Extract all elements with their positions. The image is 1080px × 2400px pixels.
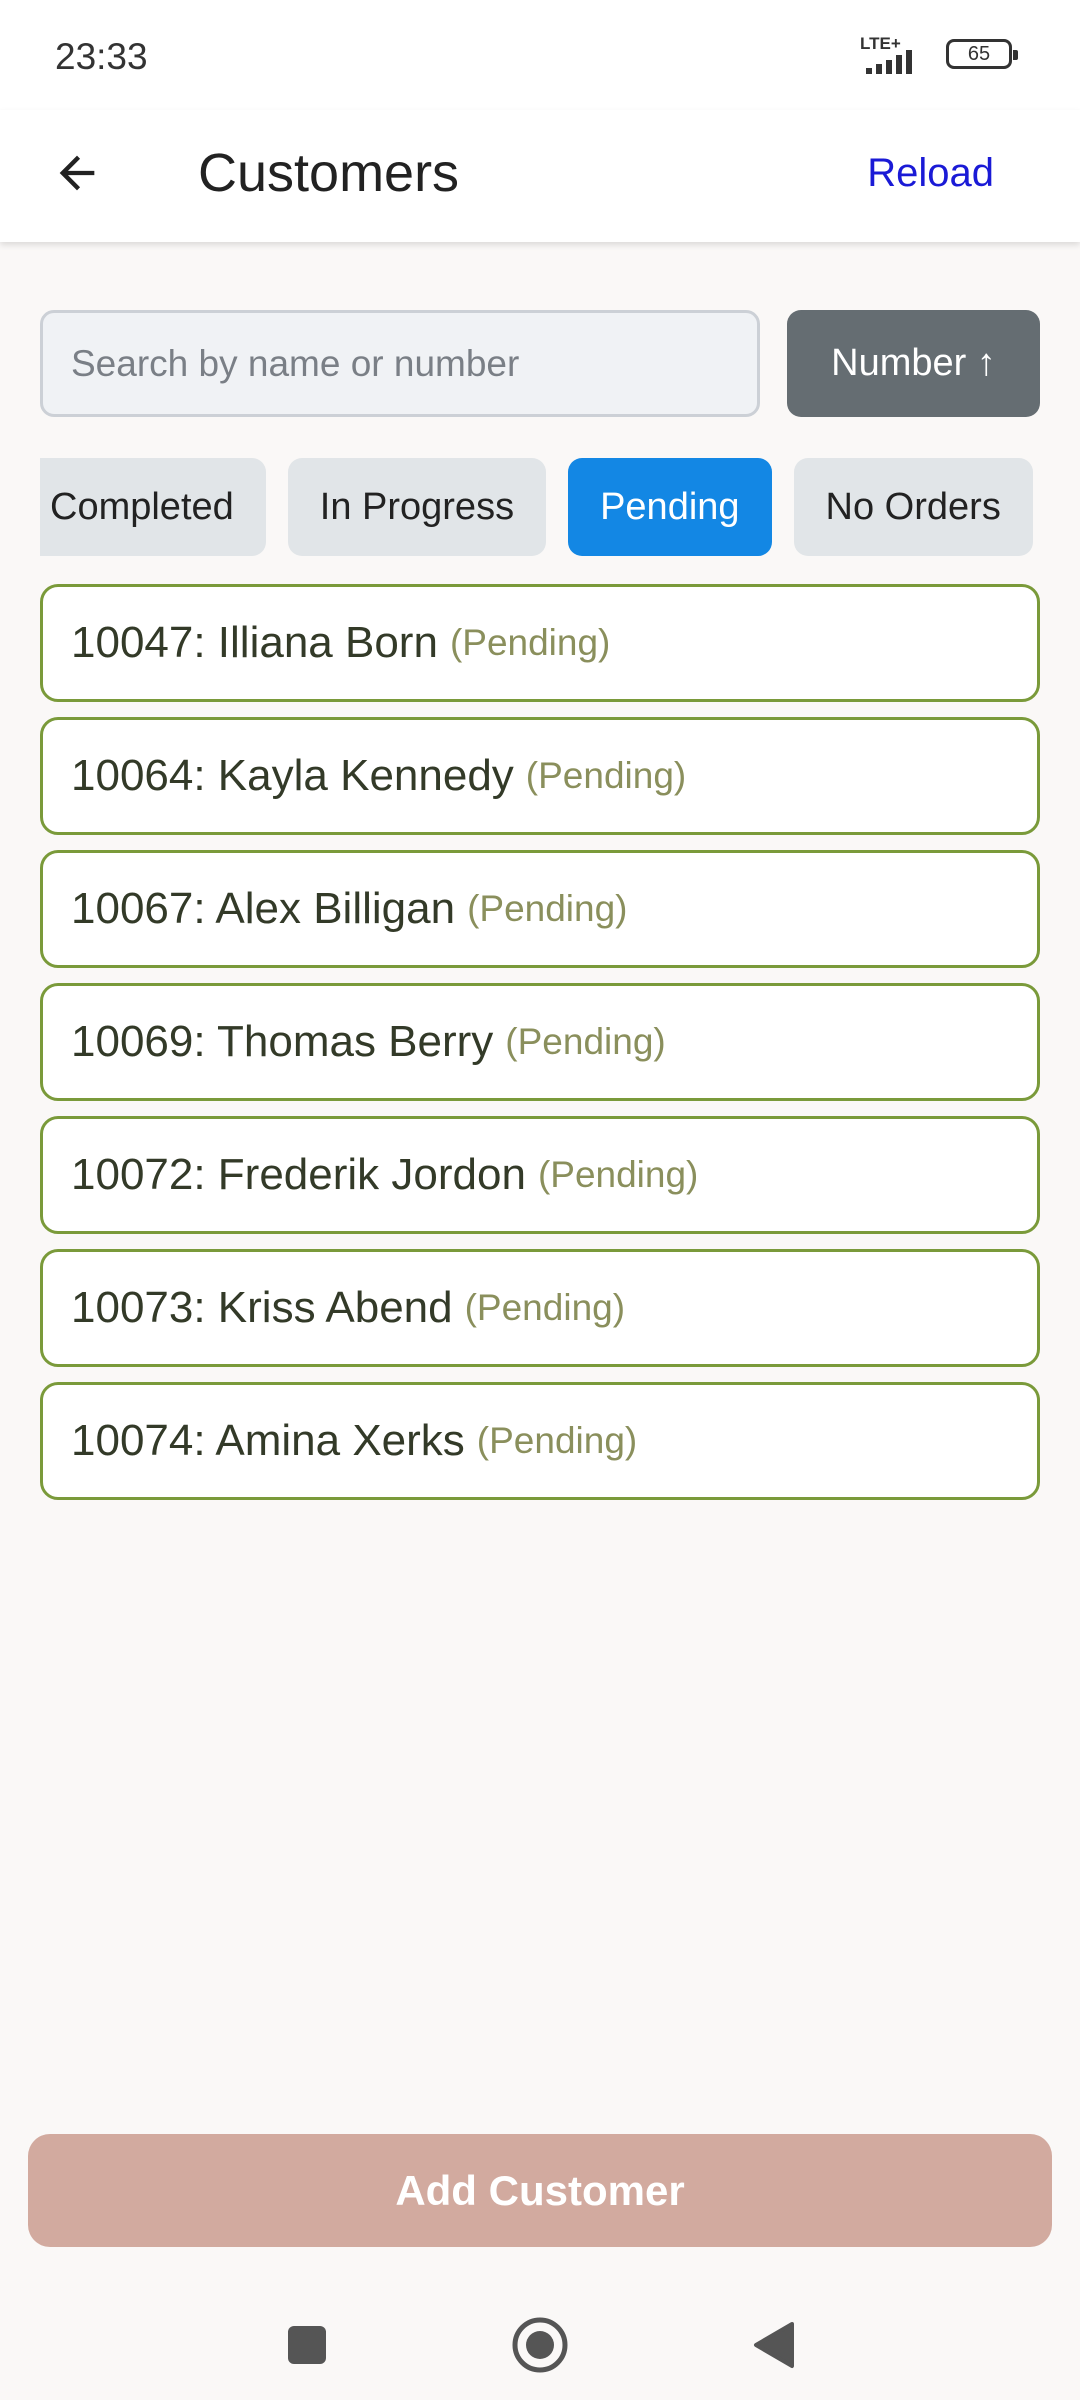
customer-status: (Pending) <box>449 622 611 663</box>
triangle-back-icon <box>754 2322 794 2368</box>
customer-status: (Pending) <box>464 1287 626 1328</box>
filter-in-progress[interactable]: In Progress <box>287 458 547 556</box>
customer-name: 10072: Frederik Jordon <box>71 1150 526 1199</box>
circle-home-icon <box>512 2317 568 2373</box>
app-bar: Customers Reload <box>0 110 1080 242</box>
status-bar: 23:33 LTE+ 65 <box>0 0 1080 110</box>
nav-back-button[interactable] <box>738 2310 808 2380</box>
list-item[interactable]: 10072: Frederik Jordon (Pending) <box>40 1116 1040 1234</box>
customer-name: 10067: Alex Billigan <box>71 884 456 933</box>
customer-name: 10074: Amina Xerks <box>71 1416 465 1465</box>
reload-button[interactable]: Reload <box>867 140 994 206</box>
add-customer-button[interactable]: Add Customer <box>28 2134 1052 2247</box>
list-item[interactable]: 10067: Alex Billigan (Pending) <box>40 850 1040 968</box>
customer-list: 10047: Illiana Born (Pending) 10064: Kay… <box>40 584 1040 1515</box>
arrow-left-icon <box>59 155 95 191</box>
status-icons: LTE+ 65 <box>860 34 1018 74</box>
battery-icon: 65 <box>946 39 1018 69</box>
status-time: 23:33 <box>55 36 148 77</box>
list-item[interactable]: 10064: Kayla Kennedy (Pending) <box>40 717 1040 835</box>
customer-status: (Pending) <box>537 1154 699 1195</box>
customer-name: 10064: Kayla Kennedy <box>71 751 514 800</box>
signal-icon: LTE+ <box>860 34 932 74</box>
customer-status: (Pending) <box>476 1420 638 1461</box>
back-button[interactable] <box>40 136 114 210</box>
customer-status: (Pending) <box>467 888 628 929</box>
filter-pending[interactable]: Pending <box>568 458 772 556</box>
system-nav-bar <box>0 2270 1080 2400</box>
filter-completed[interactable]: Completed <box>40 458 266 556</box>
search-input[interactable] <box>40 310 760 417</box>
list-item[interactable]: 10047: Illiana Born (Pending) <box>40 584 1040 702</box>
square-icon <box>288 2326 326 2364</box>
customer-name: 10069: Thomas Berry <box>71 1017 494 1066</box>
customer-name: 10073: Kriss Abend <box>71 1283 453 1332</box>
sort-button[interactable]: Number ↑ <box>787 310 1040 417</box>
filter-tabs[interactable]: Completed In Progress Pending No Orders <box>40 458 1040 556</box>
customer-status: (Pending) <box>505 1021 666 1062</box>
list-item[interactable]: 10073: Kriss Abend (Pending) <box>40 1249 1040 1367</box>
battery-level: 65 <box>967 42 991 65</box>
customer-status: (Pending) <box>525 755 687 796</box>
recents-button[interactable] <box>272 2310 342 2380</box>
list-item[interactable]: 10074: Amina Xerks (Pending) <box>40 1382 1040 1500</box>
customer-name: 10047: Illiana Born <box>71 618 438 667</box>
home-button[interactable] <box>505 2310 575 2380</box>
filter-no-orders[interactable]: No Orders <box>793 458 1033 556</box>
page-title: Customers <box>198 143 460 203</box>
list-item[interactable]: 10069: Thomas Berry (Pending) <box>40 983 1040 1101</box>
